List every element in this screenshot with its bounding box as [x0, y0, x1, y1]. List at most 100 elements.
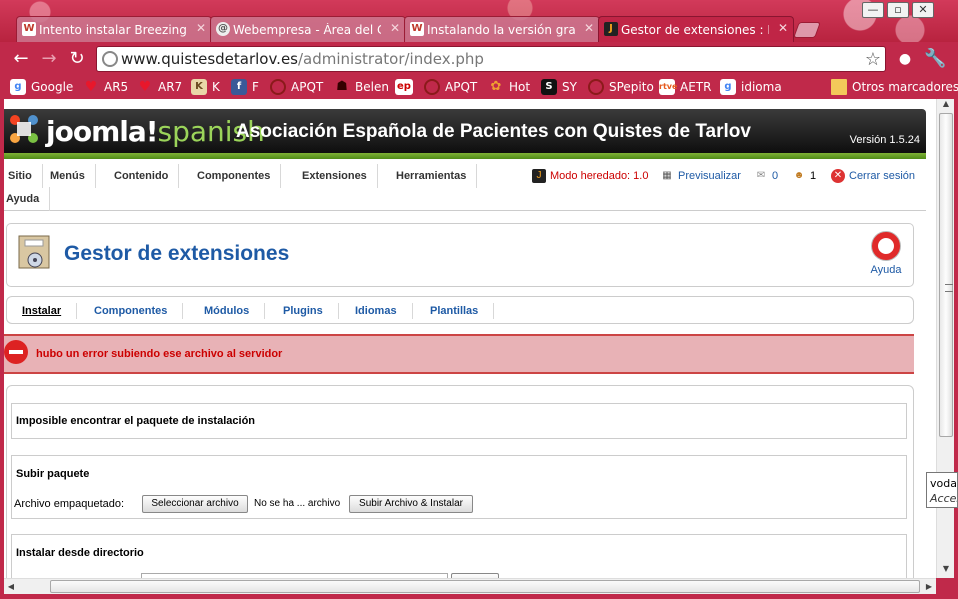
- joomla-header: joomla!spanish Asociación Española de Pa…: [4, 109, 926, 153]
- directory-legend: Instalar desde directorio: [16, 547, 144, 559]
- extension-icon[interactable]: ●: [894, 48, 916, 70]
- scroll-grip-icon: [945, 284, 953, 292]
- close-tab-icon[interactable]: ✕: [584, 21, 594, 35]
- menu-herramientas[interactable]: Herramientas: [386, 164, 478, 188]
- browser-tab-2[interactable]: @ Webempresa - Área del Clie ✕: [210, 16, 406, 42]
- tab-title: Gestor de extensiones : Insta: [621, 22, 769, 37]
- bookmark-sy[interactable]: S SY: [541, 78, 577, 96]
- error-message: hubo un error subiendo ese archivo al se…: [4, 334, 914, 374]
- subtab-instalar[interactable]: Instalar: [7, 303, 78, 319]
- installer-subtabs: Instalar Componentes Módulos Plugins Idi…: [6, 296, 914, 324]
- bookmark-aetr[interactable]: rtve AETR: [659, 78, 711, 96]
- subtab-modulos[interactable]: Módulos: [189, 303, 266, 319]
- wordpress-favicon-icon: W: [410, 22, 424, 36]
- apqt-icon: [424, 79, 440, 95]
- error-stop-icon: [4, 340, 28, 364]
- scroll-down-arrow-icon[interactable]: ▼: [937, 564, 955, 578]
- menu-sitio[interactable]: Sitio: [4, 164, 43, 188]
- heart-icon: ♥: [84, 79, 98, 95]
- browser-tab-3[interactable]: W Instalando la versión gratuit ✕: [404, 16, 600, 42]
- subtab-componentes[interactable]: Componentes: [79, 303, 184, 319]
- horizontal-scrollbar[interactable]: ◀ ▶: [4, 578, 936, 594]
- bookmark-star-icon[interactable]: ☆: [865, 49, 881, 70]
- scroll-right-arrow-icon[interactable]: ▶: [922, 579, 936, 595]
- maximize-window-button[interactable]: ▫: [887, 2, 909, 18]
- menu-extensiones[interactable]: Extensiones: [292, 164, 378, 188]
- logout-icon: ✕: [831, 169, 845, 183]
- extension-manager-icon: [15, 232, 55, 272]
- lifebuoy-icon: [872, 232, 900, 260]
- new-tab-button[interactable]: [793, 22, 821, 38]
- users-icon: ☻: [793, 170, 805, 181]
- google-icon: g: [10, 79, 26, 95]
- scroll-left-arrow-icon[interactable]: ◀: [4, 579, 18, 595]
- bookmark-ep[interactable]: ep: [395, 78, 418, 96]
- help-button[interactable]: Ayuda: [863, 232, 909, 276]
- browser-tab-1[interactable]: W Intento instalar Breezing F ✕: [16, 16, 212, 42]
- version-label: Versión 1.5.24: [849, 134, 920, 146]
- apqt-icon: [588, 79, 604, 95]
- wordpress-favicon-icon: W: [22, 22, 36, 36]
- upload-install-button[interactable]: Subir Archivo & Instalar: [349, 495, 473, 513]
- subtab-plantillas[interactable]: Plantillas: [415, 303, 495, 319]
- browser-tab-strip: W Intento instalar Breezing F ✕ @ Webemp…: [0, 0, 958, 42]
- vertical-scroll-thumb[interactable]: [939, 113, 953, 437]
- tab-title: Instalando la versión gratuit: [427, 22, 575, 37]
- scroll-up-arrow-icon[interactable]: ▲: [937, 99, 955, 113]
- menu-menus[interactable]: Menús: [40, 164, 96, 188]
- subtab-idiomas[interactable]: Idiomas: [340, 303, 413, 319]
- wrench-icon[interactable]: 🔧: [924, 48, 946, 70]
- upload-legend: Subir paquete: [16, 468, 90, 480]
- bookmark-idioma[interactable]: g idioma: [720, 78, 782, 96]
- url-host: www.quistesdetarlov.es: [121, 50, 298, 68]
- apqt-icon: [270, 79, 286, 95]
- close-tab-icon[interactable]: ✕: [778, 21, 788, 35]
- forward-arrow-icon[interactable]: →: [38, 48, 60, 70]
- bookmark-k[interactable]: KK: [191, 78, 220, 96]
- menu-contenido[interactable]: Contenido: [104, 164, 180, 188]
- tooltip-line-1: voda: [930, 477, 957, 490]
- bookmark-belen[interactable]: ☗ Belen: [334, 78, 389, 96]
- bookmark-google[interactable]: g Google: [10, 78, 73, 96]
- bookmark-hot[interactable]: ✿ Hot: [488, 78, 531, 96]
- tab-title: Webempresa - Área del Clie: [233, 22, 381, 37]
- bookmark-ar7[interactable]: ♥ AR7: [137, 78, 182, 96]
- messages-count[interactable]: ✉ 0: [754, 167, 778, 185]
- tooltip-line-2: Acces: [930, 492, 957, 505]
- bookmark-apqt[interactable]: APQT: [270, 78, 323, 96]
- folder-icon: [831, 79, 847, 95]
- menu-componentes[interactable]: Componentes: [187, 164, 282, 188]
- back-arrow-icon[interactable]: ←: [10, 48, 32, 70]
- browser-tab-4[interactable]: J Gestor de extensiones : Insta ✕: [598, 16, 794, 42]
- close-tab-icon[interactable]: ✕: [196, 21, 206, 35]
- choose-file-button[interactable]: Seleccionar archivo: [142, 495, 248, 513]
- bookmark-ar5[interactable]: ♥ AR5: [83, 78, 128, 96]
- preview-link[interactable]: ▦ Previsualizar: [660, 167, 741, 185]
- facebook-icon: f: [231, 79, 247, 95]
- reload-icon[interactable]: ↻: [66, 48, 88, 70]
- address-bar[interactable]: www.quistesdetarlov.es/administrator/ind…: [96, 46, 886, 72]
- no-file-selected-text: No se ha ... archivo: [254, 498, 341, 509]
- package-notice: Imposible encontrar el paquete de instal…: [16, 415, 256, 427]
- close-tab-icon[interactable]: ✕: [390, 21, 400, 35]
- bookmark-apqt-2[interactable]: APQT: [424, 78, 477, 96]
- sy-icon: S: [541, 79, 557, 95]
- butterfly-icon: ✿: [490, 79, 502, 94]
- logout-link[interactable]: ✕ Cerrar sesión: [831, 167, 915, 185]
- minimize-window-button[interactable]: —: [862, 2, 884, 18]
- subtab-plugins[interactable]: Plugins: [268, 303, 339, 319]
- bookmark-f[interactable]: fF: [231, 78, 259, 96]
- page-title-box: Gestor de extensiones Ayuda: [6, 223, 914, 287]
- site-name: Asociación Española de Pacientes con Qui…: [236, 121, 751, 142]
- bookmark-other[interactable]: Otros marcadores: [831, 78, 958, 96]
- bookmarks-bar: g Google ♥ AR5 ♥ AR7 KK fF APQT ☗ Belen ep A…: [0, 76, 958, 98]
- ep-icon: ep: [395, 79, 413, 95]
- menu-ayuda[interactable]: Ayuda: [4, 187, 51, 211]
- url-path: /administrator/index.php: [298, 50, 484, 68]
- close-window-button[interactable]: ✕: [912, 2, 934, 18]
- tab-title: Intento instalar Breezing F: [39, 22, 187, 37]
- help-label: Ayuda: [870, 264, 902, 276]
- bookmark-spepito[interactable]: SPepito: [588, 78, 654, 96]
- messages-icon: ✉: [756, 170, 766, 181]
- horizontal-scroll-thumb[interactable]: [50, 580, 920, 593]
